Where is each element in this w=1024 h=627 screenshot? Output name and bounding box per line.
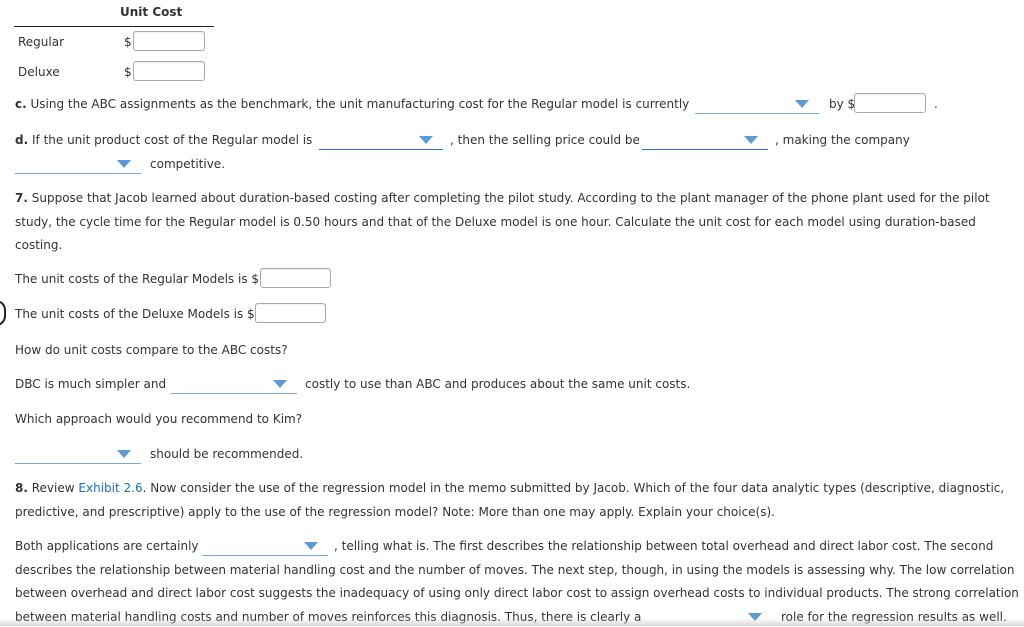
dbc-text-1: DBC is much simpler and (15, 377, 167, 391)
part-c-cost-comparison-dropdown[interactable] (695, 96, 819, 114)
answer-line-2: describes the relationship between mater… (15, 563, 1015, 577)
recommend-suffix: should be recommended. (150, 447, 304, 461)
chevron-down-icon (117, 160, 131, 168)
answer-line-3: between overhead and direct labor cost s… (15, 586, 1019, 600)
deluxe-model-label: The unit costs of the Deluxe Models is $ (15, 307, 255, 321)
bracket-decoration (0, 300, 6, 326)
regular-model-dbc-input[interactable] (260, 268, 331, 288)
currency-symbol: $ (124, 65, 132, 79)
part-d-text-4: competitive. (150, 157, 226, 171)
question-7-text: 7. Suppose that Jacob learned about dura… (15, 187, 1015, 258)
part-d-text-3: , making the company (775, 133, 910, 147)
part-c-text: c. Using the ABC assignments as the benc… (15, 96, 689, 112)
chevron-down-icon (117, 450, 131, 458)
dbc-text-2: costly to use than ABC and produces abou… (305, 377, 691, 391)
dbc-cost-dropdown[interactable] (171, 376, 297, 394)
part-c-amount-input[interactable] (854, 93, 926, 113)
question-8-text-before-link: Review (31, 481, 75, 495)
table-header-rule (14, 26, 214, 27)
unit-cost-header: Unit Cost (120, 5, 183, 19)
question-8-prompt: . Now consider the use of the regression… (15, 481, 1005, 519)
question-8-number: 8. (15, 481, 28, 495)
question-8-text: 8. Review Exhibit 2.6. Now consider the … (15, 477, 1020, 524)
chevron-down-icon (795, 100, 809, 108)
question-7-prompt: Suppose that Jacob learned about duratio… (15, 191, 990, 252)
analytic-type-dropdown-1[interactable] (202, 538, 328, 556)
regular-model-label: The unit costs of the Regular Models is … (15, 272, 260, 286)
part-d-text-2: , then the selling price could be (450, 133, 640, 147)
scroll-fade (0, 618, 1024, 626)
period: . (934, 97, 938, 111)
chevron-down-icon (273, 380, 287, 388)
currency-symbol: $ (124, 35, 132, 49)
question-7-number: 7. (15, 191, 28, 205)
part-c-label: c. (15, 97, 27, 111)
answer-text-2: , telling what is. The first describes t… (334, 539, 994, 553)
chevron-down-icon (419, 136, 433, 144)
recommend-question: Which approach would you recommend to Ki… (15, 412, 303, 426)
chevron-down-icon (304, 542, 318, 550)
part-d-text: d. If the unit product cost of the Regul… (15, 132, 312, 148)
part-c-question: Using the ABC assignments as the benchma… (30, 97, 690, 111)
recommend-approach-dropdown[interactable] (15, 446, 141, 464)
row-label-regular: Regular (18, 35, 65, 49)
part-d-label: d. (15, 133, 29, 147)
part-d-selling-price-dropdown[interactable] (642, 132, 768, 150)
part-d-text-1: If the unit product cost of the Regular … (31, 133, 313, 147)
compare-question: How do unit costs compare to the ABC cos… (15, 343, 288, 357)
chevron-down-icon (744, 136, 758, 144)
deluxe-unit-cost-input[interactable] (133, 61, 205, 81)
row-label-deluxe: Deluxe (18, 65, 60, 79)
deluxe-model-dbc-input[interactable] (255, 303, 326, 323)
regular-unit-cost-input[interactable] (133, 31, 205, 51)
part-d-unit-cost-dropdown[interactable] (319, 132, 443, 150)
exhibit-2-6-link[interactable]: Exhibit 2.6 (78, 481, 142, 495)
by-amount-label: by $ (829, 97, 856, 111)
part-d-competitive-dropdown[interactable] (15, 156, 141, 174)
answer-text-1: Both applications are certainly (15, 539, 199, 553)
